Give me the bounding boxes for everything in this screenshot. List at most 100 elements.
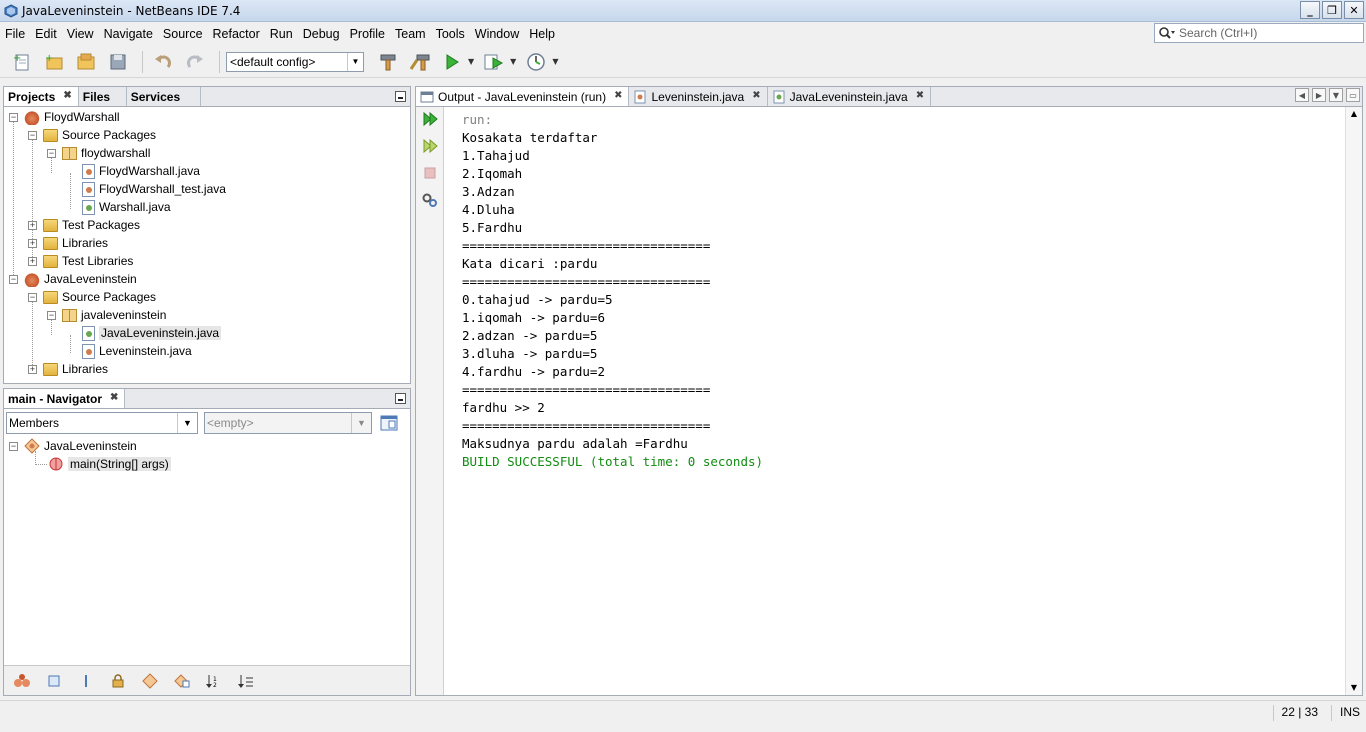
scroll-tabs-left-icon[interactable]: ◀ xyxy=(1295,88,1309,102)
run-icon[interactable] xyxy=(438,49,466,75)
tree-test-libraries[interactable]: + Test Libraries xyxy=(28,252,133,270)
output-scrollbar[interactable]: ▲ ▼ xyxy=(1345,107,1362,695)
menu-refactor[interactable]: Refactor xyxy=(208,27,265,41)
close-icon[interactable]: ✖ xyxy=(614,90,622,101)
menu-run[interactable]: Run xyxy=(265,27,298,41)
collapse-icon[interactable]: − xyxy=(28,130,37,140)
navigator-method-node[interactable]: main(String[] args) xyxy=(48,455,171,473)
show-non-public-icon[interactable] xyxy=(106,670,130,692)
tree-libraries[interactable]: + Libraries xyxy=(28,360,108,378)
search-icon[interactable] xyxy=(1155,24,1179,42)
menu-profile[interactable]: Profile xyxy=(345,27,390,41)
scroll-tabs-right-icon[interactable]: ▶ xyxy=(1312,88,1326,102)
tree-file-warshall[interactable]: Warshall.java xyxy=(82,198,171,216)
clean-build-icon[interactable] xyxy=(406,49,434,75)
menu-edit[interactable]: Edit xyxy=(30,27,62,41)
members-filter-select[interactable]: Members ▼ xyxy=(6,412,198,434)
expand-icon[interactable]: + xyxy=(28,238,37,248)
show-inherited-icon[interactable] xyxy=(10,670,34,692)
navigator-panel-button[interactable] xyxy=(378,412,400,434)
navigator-class-node[interactable]: − JavaLeveninstein xyxy=(9,437,137,455)
scroll-down-icon[interactable]: ▼ xyxy=(1349,683,1359,693)
show-fqn-icon[interactable] xyxy=(170,670,194,692)
tab-leveninstein-java[interactable]: Leveninstein.java ✖ xyxy=(629,87,768,106)
sort-by-name-icon[interactable] xyxy=(234,670,258,692)
menu-window[interactable]: Window xyxy=(470,27,524,41)
chevron-down-icon[interactable]: ▼ xyxy=(468,57,474,66)
tree-source-packages[interactable]: − Source Packages xyxy=(28,288,156,306)
close-button[interactable]: ✕ xyxy=(1344,1,1364,19)
expand-icon[interactable]: + xyxy=(28,256,37,266)
sort-by-type-icon[interactable]: 12 xyxy=(202,670,226,692)
tree-project-javaleveninstein[interactable]: − JavaLeveninstein xyxy=(9,270,137,288)
tab-output[interactable]: Output - JavaLeveninstein (run) ✖ xyxy=(416,87,630,106)
menu-team[interactable]: Team xyxy=(390,27,431,41)
new-file-icon[interactable]: + xyxy=(8,49,36,75)
minimize-button[interactable]: _ xyxy=(1300,1,1320,19)
empty-select[interactable]: <empty> ▼ xyxy=(204,412,372,434)
tab-projects[interactable]: Projects ✖ xyxy=(4,87,79,106)
menu-view[interactable]: View xyxy=(62,27,99,41)
tree-file-floydwarshall[interactable]: FloydWarshall.java xyxy=(82,162,200,180)
menu-help[interactable]: Help xyxy=(524,27,560,41)
menu-debug[interactable]: Debug xyxy=(298,27,345,41)
minimize-panel-button[interactable] xyxy=(395,91,406,102)
collapse-icon[interactable]: − xyxy=(9,274,18,284)
tab-services[interactable]: Services xyxy=(127,87,201,106)
tree-test-packages[interactable]: + Test Packages xyxy=(28,216,140,234)
tab-navigator[interactable]: main - Navigator ✖ xyxy=(4,389,126,408)
rerun-with-params-icon[interactable] xyxy=(420,136,440,156)
scroll-up-icon[interactable]: ▲ xyxy=(1349,109,1359,119)
search-input[interactable] xyxy=(1179,26,1359,40)
tree-libraries[interactable]: + Libraries xyxy=(28,234,108,252)
chevron-down-icon[interactable]: ▼ xyxy=(552,57,558,66)
collapse-icon[interactable]: − xyxy=(47,148,56,158)
redo-icon[interactable] xyxy=(181,49,209,75)
collapse-icon[interactable]: − xyxy=(9,112,18,122)
collapse-icon[interactable]: − xyxy=(9,441,18,451)
output-line: 0.tahajud -> pardu=5 xyxy=(462,292,613,307)
collapse-icon[interactable]: − xyxy=(28,292,37,302)
close-icon[interactable]: ✖ xyxy=(63,90,71,101)
collapse-icon[interactable]: − xyxy=(47,310,56,320)
maximize-window-icon[interactable]: ▭ xyxy=(1346,88,1360,102)
menu-tools[interactable]: Tools xyxy=(431,27,470,41)
tree-source-packages[interactable]: − Source Packages xyxy=(28,126,156,144)
minimize-panel-button[interactable] xyxy=(395,393,406,404)
tree-file-javaleveninstein[interactable]: JavaLeveninstein.java xyxy=(82,324,222,342)
undo-icon[interactable] xyxy=(149,49,177,75)
show-opened-documents-icon[interactable]: ▼ xyxy=(1329,88,1343,102)
tab-files[interactable]: Files xyxy=(79,87,127,106)
menu-file[interactable]: File xyxy=(0,27,30,41)
show-fields-icon[interactable] xyxy=(42,670,66,692)
menu-navigate[interactable]: Navigate xyxy=(99,27,158,41)
chevron-down-icon[interactable]: ▼ xyxy=(510,57,516,66)
build-hammer-icon[interactable] xyxy=(374,49,402,75)
config-select[interactable]: <default config> ▼ xyxy=(226,51,364,72)
expand-icon[interactable]: + xyxy=(28,364,37,374)
debug-icon[interactable] xyxy=(480,49,508,75)
close-icon[interactable]: ✖ xyxy=(110,392,118,403)
menu-source[interactable]: Source xyxy=(158,27,208,41)
tab-javaleveninstein-java[interactable]: JavaLeveninstein.java ✖ xyxy=(768,87,932,106)
maximize-button[interactable]: ❐ xyxy=(1322,1,1342,19)
tree-file-floydwarshall-test[interactable]: FloydWarshall_test.java xyxy=(82,180,226,198)
close-icon[interactable]: ✖ xyxy=(916,90,924,101)
tree-file-leveninstein[interactable]: Leveninstein.java xyxy=(82,342,192,360)
show-static-icon[interactable] xyxy=(74,670,98,692)
new-project-icon[interactable]: + xyxy=(40,49,68,75)
save-all-icon[interactable] xyxy=(104,49,132,75)
tree-project-floydwarshall[interactable]: − FloydWarshall xyxy=(9,108,120,126)
settings-icon[interactable] xyxy=(420,190,440,210)
rerun-icon[interactable] xyxy=(420,109,440,129)
tree-package-floydwarshall[interactable]: − floydwarshall xyxy=(47,144,150,162)
output-line: run: xyxy=(462,112,493,127)
tree-package-javaleveninstein[interactable]: − javaleveninstein xyxy=(47,306,166,324)
expand-icon[interactable]: + xyxy=(28,220,37,230)
stop-icon[interactable] xyxy=(420,163,440,183)
profile-icon[interactable] xyxy=(522,49,550,75)
close-icon[interactable]: ✖ xyxy=(752,90,760,101)
open-project-icon[interactable] xyxy=(72,49,100,75)
show-inner-classes-icon[interactable] xyxy=(138,670,162,692)
java-main-file-icon xyxy=(82,199,95,215)
